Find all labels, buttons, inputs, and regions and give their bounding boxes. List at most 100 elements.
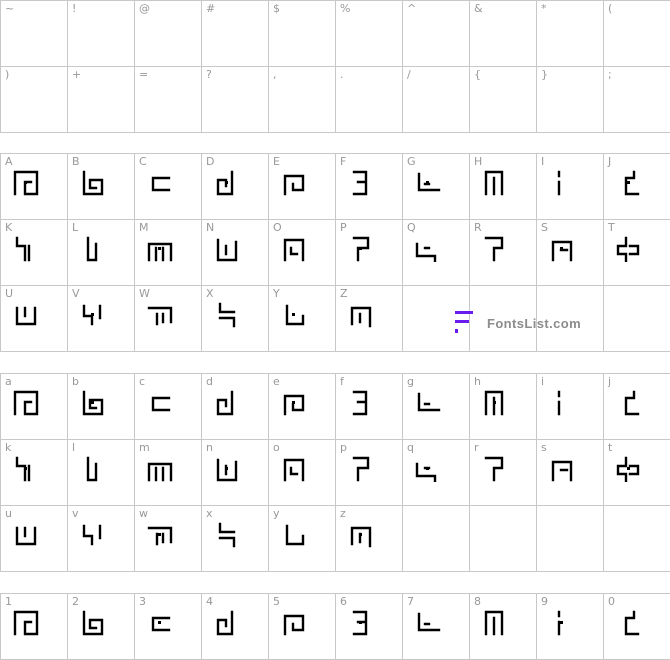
glyph-sample-icon: [285, 524, 305, 546]
glyph-cell: 2: [68, 594, 135, 660]
glyph-label: b: [72, 375, 79, 388]
glyph-label: z: [340, 507, 346, 520]
glyph-label: /: [407, 68, 411, 81]
glyph-label: ?: [206, 68, 212, 81]
glyph-cell: (: [604, 1, 670, 67]
glyph-cell: 6: [336, 594, 403, 660]
glyph-cell: l: [68, 440, 135, 506]
glyph-label: n: [206, 441, 213, 454]
glyph-cell: P: [336, 220, 403, 286]
glyph-label: P: [340, 221, 347, 234]
glyph-sample-icon: [557, 170, 561, 196]
glyph-cell: O: [269, 220, 336, 286]
glyph-label: i: [541, 375, 545, 388]
glyph-label: D: [206, 155, 215, 168]
glyph-sample-icon: [13, 170, 39, 196]
glyph-sample-icon: [13, 610, 39, 636]
glyph-sample-icon: [350, 306, 372, 328]
glyph-cell: d: [202, 374, 269, 440]
glyph-cell: D: [202, 154, 269, 220]
glyph-label: (: [608, 2, 613, 15]
glyph-label: 9: [541, 595, 548, 608]
glyph-cell: E: [269, 154, 336, 220]
glyph-sample-icon: [616, 236, 640, 262]
glyph-sample-icon: [216, 458, 238, 482]
glyph-sample-icon: [216, 238, 238, 262]
glyph-label: =: [139, 68, 149, 81]
glyph-grid: ~! @ # $% ^ & * () + =?,. / {};: [0, 0, 670, 133]
glyph-cell: V: [68, 286, 135, 352]
glyph-cell: b: [68, 374, 135, 440]
glyph-label: A: [5, 155, 13, 168]
glyph-label: q: [407, 441, 414, 454]
glyph-label: %: [340, 2, 351, 15]
glyph-label: F: [340, 155, 347, 168]
glyph-cell: Z: [336, 286, 403, 352]
glyph-cell: t: [604, 440, 670, 506]
glyph-label: B: [72, 155, 80, 168]
glyph-label: !: [72, 2, 77, 15]
glyph-sample-icon: [557, 610, 563, 636]
glyph-cell: Q: [403, 220, 470, 286]
section-symbols: ~! @ # $% ^ & * () + =?,. / {};: [0, 0, 670, 133]
glyph-label: }: [541, 68, 548, 81]
glyph-label: j: [608, 375, 612, 388]
glyph-sample-icon: [15, 456, 31, 482]
glyph-cell: #: [202, 1, 269, 67]
glyph-cell: +: [68, 67, 135, 133]
glyph-sample-icon: [283, 238, 305, 262]
section-digits: 1 2 3 4 5 6 7 8 9 0: [0, 593, 670, 660]
glyph-sample-icon: [352, 610, 368, 636]
glyph-sample-icon: [624, 610, 640, 636]
glyph-cell: &: [470, 1, 537, 67]
glyph-cell: m: [135, 440, 202, 506]
glyph-cell: *: [537, 1, 604, 67]
glyph-grid: a b c d e f g h i j k l m n o p q r s t u v w x y z: [0, 373, 670, 572]
section-lower: a b c d e f g h i j k l m n o p q r s t u v w x y z: [0, 373, 670, 572]
glyph-cell: L: [68, 220, 135, 286]
glyph-cell: C: [135, 154, 202, 220]
glyph-cell: 1: [1, 594, 68, 660]
glyph-cell: ~: [1, 1, 68, 67]
glyph-label: ;: [608, 68, 612, 81]
glyph-sample-icon: [82, 170, 104, 196]
glyph-sample-icon: [616, 456, 640, 482]
glyph-sample-icon: [551, 240, 573, 262]
glyph-sample-icon: [352, 390, 368, 416]
glyph-cell: e: [269, 374, 336, 440]
glyph-cell: N: [202, 220, 269, 286]
glyph-sample-icon: [624, 390, 640, 416]
glyph-sample-icon: [283, 174, 305, 196]
glyph-sample-icon: [283, 614, 305, 636]
glyph-label: R: [474, 221, 482, 234]
glyph-sample-icon: [147, 526, 173, 546]
glyph-label: 2: [72, 595, 79, 608]
glyph-label: p: [340, 441, 347, 454]
glyph-label: 0: [608, 595, 615, 608]
fontslist-watermark: FontsList.com: [453, 309, 581, 337]
glyph-label: H: [474, 155, 483, 168]
glyph-cell: S: [537, 220, 604, 286]
glyph-cell: n: [202, 440, 269, 506]
glyph-label: o: [273, 441, 280, 454]
glyph-cell: [403, 506, 470, 572]
glyph-sample-icon: [218, 522, 236, 548]
glyph-label: J: [608, 155, 612, 168]
glyph-label: +: [72, 68, 82, 81]
glyph-cell: f: [336, 374, 403, 440]
glyph-label: E: [273, 155, 280, 168]
glyph-sample-icon: [151, 616, 171, 632]
glyph-label: 8: [474, 595, 481, 608]
glyph-label: v: [72, 507, 79, 520]
glyph-cell: @: [135, 1, 202, 67]
glyph-sample-icon: [415, 242, 437, 262]
glyph-cell: H: [470, 154, 537, 220]
glyph-label: Z: [340, 287, 348, 300]
glyph-label: C: [139, 155, 147, 168]
glyph-cell: 4: [202, 594, 269, 660]
glyph-cell: 7: [403, 594, 470, 660]
glyph-sample-icon: [285, 304, 305, 326]
glyph-label: N: [206, 221, 215, 234]
glyph-cell: {: [470, 67, 537, 133]
glyph-sample-icon: [216, 610, 234, 636]
